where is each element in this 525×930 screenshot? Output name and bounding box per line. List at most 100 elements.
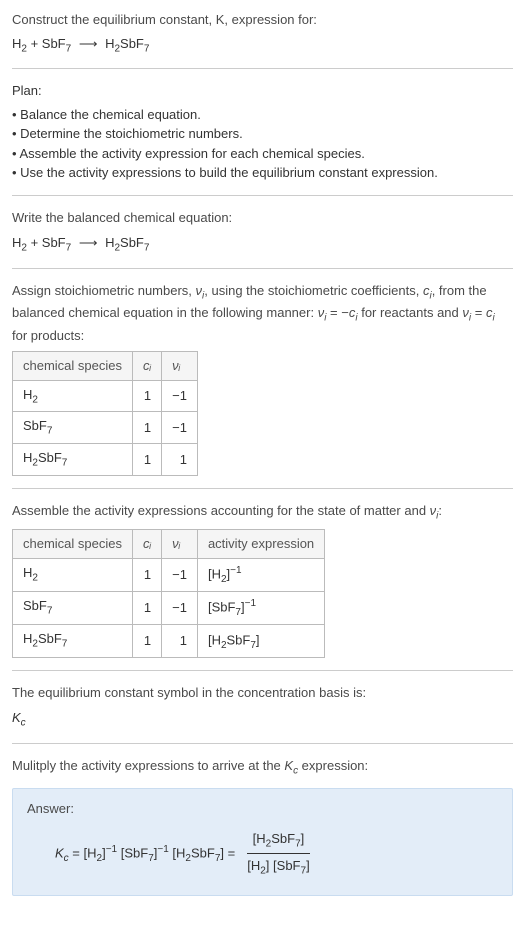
table-row: SbF7 1 −1 [SbF7]−1 xyxy=(13,591,325,624)
plan-list: Balance the chemical equation. Determine… xyxy=(12,105,513,183)
cell-species: H2SbF7 xyxy=(13,444,133,476)
table-row: H2SbF7 1 1 [H2SbF7] xyxy=(13,624,325,657)
reactant-1: H xyxy=(12,36,21,51)
eq2: = xyxy=(224,845,235,860)
intro-line: Construct the equilibrium constant, K, e… xyxy=(12,10,513,30)
cell-ci: 1 xyxy=(133,624,162,657)
act-sup: −1 xyxy=(245,598,256,609)
divider xyxy=(12,68,513,69)
cell-activity: [H2SbF7] xyxy=(197,624,324,657)
rel2-c-sub: i xyxy=(492,313,494,324)
cell-ci: 1 xyxy=(133,380,162,412)
plan-item: Balance the chemical equation. xyxy=(12,105,513,125)
t1-sup: −1 xyxy=(106,844,117,855)
sp-sub2: 7 xyxy=(62,458,68,469)
cell-ci: 1 xyxy=(133,591,162,624)
basis-section: The equilibrium constant symbol in the c… xyxy=(12,683,513,731)
reaction-equation: H2 + SbF7 ⟶ H2SbF7 xyxy=(12,34,513,57)
kc: K xyxy=(284,758,293,773)
plan-title: Plan: xyxy=(12,81,513,101)
act-open: [H xyxy=(208,566,221,581)
fraction-denominator: [H2] [SbF7] xyxy=(241,854,315,879)
t2-sup: −1 xyxy=(157,844,168,855)
th-species: chemical species xyxy=(13,530,133,559)
stoich-table: chemical species cᵢ νᵢ H2 1 −1 SbF7 1 −1… xyxy=(12,351,198,475)
cell-species: SbF7 xyxy=(13,591,133,624)
assign-text-d: for reactants and xyxy=(358,305,463,320)
den1: [H xyxy=(247,858,260,873)
rel-eq: = − xyxy=(326,305,348,320)
sp-sub: 2 xyxy=(32,394,38,405)
product-1b-sub: 7 xyxy=(144,43,150,54)
cell-activity: [H2]−1 xyxy=(197,558,324,591)
reactant-2-sub: 7 xyxy=(66,243,72,254)
th-ci-txt: cᵢ xyxy=(143,358,151,373)
assign-section: Assign stoichiometric numbers, νi, using… xyxy=(12,281,513,476)
plan-section: Plan: Balance the chemical equation. Det… xyxy=(12,81,513,183)
kc-lhs: Kc = [H2]−1 [SbF7]−1 [H2SbF7] = xyxy=(55,842,235,866)
table-row: H2 1 −1 [H2]−1 xyxy=(13,558,325,591)
reactant-2: SbF xyxy=(42,36,66,51)
activity-table: chemical species cᵢ νᵢ activity expressi… xyxy=(12,529,325,657)
num: [H xyxy=(253,831,266,846)
cell-vi: 1 xyxy=(162,444,198,476)
plan-item: Assemble the activity expression for eac… xyxy=(12,144,513,164)
num-close: ] xyxy=(301,831,305,846)
cell-ci: 1 xyxy=(133,558,162,591)
product-1b: SbF xyxy=(120,36,144,51)
divider xyxy=(12,743,513,744)
th-vi-txt: νᵢ xyxy=(172,358,180,373)
sp-sub: 7 xyxy=(47,426,53,437)
table-row: SbF7 1 −1 xyxy=(13,412,198,444)
t3: [H xyxy=(172,845,185,860)
multiply-text-b: expression: xyxy=(298,758,368,773)
den2-close: ] xyxy=(306,858,310,873)
assemble-text-a: Assemble the activity expressions accoun… xyxy=(12,503,430,518)
cell-vi: 1 xyxy=(162,624,198,657)
eq: = xyxy=(69,845,84,860)
cell-species: SbF7 xyxy=(13,412,133,444)
reactant-2-sub: 7 xyxy=(66,43,72,54)
cell-vi: −1 xyxy=(162,591,198,624)
multiply-text: Mulitply the activity expressions to arr… xyxy=(12,756,513,779)
table-row: H2SbF7 1 1 xyxy=(13,444,198,476)
reactant-1: H xyxy=(12,235,21,250)
t2: [SbF xyxy=(121,845,148,860)
plan-item: Determine the stoichiometric numbers. xyxy=(12,124,513,144)
th-vi: νᵢ xyxy=(162,530,198,559)
assign-text-b: , using the stoichiometric coefficients, xyxy=(204,283,423,298)
sp-sub: 2 xyxy=(32,573,38,584)
cell-species: H2 xyxy=(13,558,133,591)
divider xyxy=(12,670,513,671)
cell-vi: −1 xyxy=(162,558,198,591)
sp-a: H xyxy=(23,565,32,580)
act-sup: −1 xyxy=(230,565,241,576)
th-ci: cᵢ xyxy=(133,530,162,559)
sp-b: SbF xyxy=(38,631,62,646)
divider xyxy=(12,195,513,196)
sp-sub: 7 xyxy=(47,606,53,617)
sp-a: SbF xyxy=(23,418,47,433)
th-vi: νᵢ xyxy=(162,352,198,381)
sp-sub2: 7 xyxy=(62,639,68,650)
sp-b: SbF xyxy=(38,450,62,465)
plus-sign: + xyxy=(27,36,42,51)
assemble-section: Assemble the activity expressions accoun… xyxy=(12,501,513,658)
kc: K xyxy=(55,845,64,860)
cell-ci: 1 xyxy=(133,444,162,476)
arrow-icon: ⟶ xyxy=(79,233,98,253)
th-ci-txt: cᵢ xyxy=(143,536,151,551)
question-intro: Construct the equilibrium constant, K, e… xyxy=(12,10,513,56)
sp-a: H xyxy=(23,387,32,402)
fraction-numerator: [H2SbF7] xyxy=(247,829,311,855)
act-open: [H xyxy=(208,632,221,647)
assign-text-a: Assign stoichiometric numbers, xyxy=(12,283,196,298)
table-row: H2 1 −1 xyxy=(13,380,198,412)
balanced-title: Write the balanced chemical equation: xyxy=(12,208,513,228)
divider xyxy=(12,268,513,269)
basis-text: The equilibrium constant symbol in the c… xyxy=(12,683,513,703)
balanced-equation: H2 + SbF7 ⟶ H2SbF7 xyxy=(12,233,513,256)
cell-activity: [SbF7]−1 xyxy=(197,591,324,624)
sp-a: SbF xyxy=(23,598,47,613)
kc-sub: c xyxy=(21,718,26,729)
